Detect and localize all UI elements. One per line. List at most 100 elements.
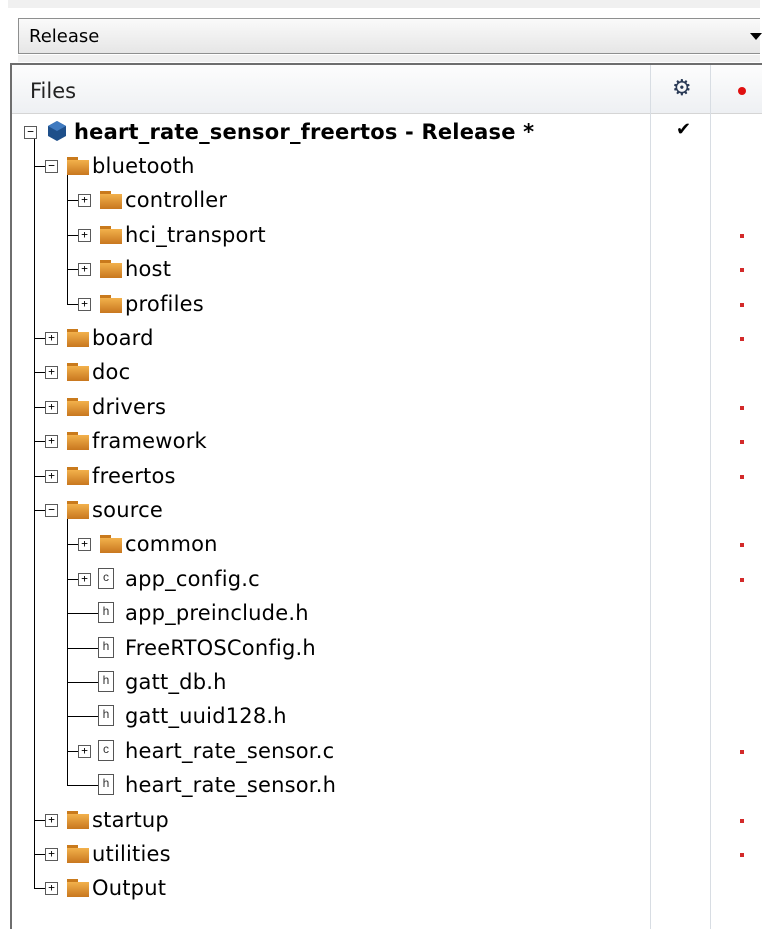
tree-item-label: hci_transport — [125, 222, 266, 247]
expand-toggle[interactable]: + — [45, 848, 58, 861]
tree-row-project[interactable]: − heart_rate_sensor_freertos - Release *… — [12, 115, 762, 149]
tree-item-label: framework — [92, 429, 207, 454]
tree-folder-row[interactable]: + freertos — [12, 459, 762, 493]
tree-item-label: startup — [92, 807, 169, 832]
modified-indicator — [740, 818, 744, 823]
tree-item-label: doc — [92, 360, 131, 385]
tree-item-label: source — [92, 498, 163, 522]
tree-item-label: drivers — [92, 394, 167, 419]
tree-folder-row[interactable]: + profiles — [12, 287, 762, 321]
combo-gap — [18, 55, 760, 62]
tree-file-row[interactable]: h app_preinclude.h — [12, 596, 762, 630]
tree-item-label: app_config.c — [125, 566, 260, 591]
gear-icon[interactable]: ⚙ — [672, 76, 692, 101]
tree-folder-row[interactable]: + common — [12, 527, 762, 561]
chevron-down-icon[interactable] — [750, 33, 762, 40]
tree-folder-row[interactable]: + board — [12, 321, 762, 355]
tree-item-label: utilities — [92, 842, 171, 866]
modified-indicator — [740, 474, 744, 479]
h-file-icon: h — [98, 774, 114, 796]
tree-item-label: freertos — [92, 463, 176, 488]
expand-toggle[interactable]: + — [78, 572, 91, 586]
tree-file-row[interactable]: h gatt_db.h — [12, 665, 762, 699]
folder-icon — [67, 432, 89, 451]
tree-folder-row[interactable]: + Output — [12, 871, 762, 905]
expand-toggle[interactable]: + — [45, 332, 58, 345]
file-tree-panel: Files ⚙ − heart_rate_sensor_freertos - R… — [10, 63, 762, 929]
expand-toggle[interactable]: + — [78, 228, 91, 242]
tree-folder-row[interactable]: + controller — [12, 183, 762, 217]
tree-item-label: controller — [125, 188, 228, 213]
expand-toggle[interactable]: + — [45, 882, 58, 896]
tree-folder-row[interactable]: + framework — [12, 424, 762, 458]
expand-toggle[interactable]: + — [78, 194, 91, 208]
c-file-icon: c — [98, 567, 114, 589]
folder-icon — [100, 294, 122, 313]
modified-indicator — [740, 577, 744, 582]
modified-indicator — [740, 302, 744, 307]
tree-item-label: Output — [92, 876, 167, 901]
folder-icon — [67, 397, 89, 416]
tree-item-label: bluetooth — [92, 154, 195, 178]
expand-toggle[interactable]: + — [45, 435, 58, 449]
tree-folder-row[interactable]: − bluetooth — [12, 149, 762, 183]
expand-toggle[interactable]: + — [78, 538, 91, 552]
folder-icon — [67, 157, 89, 175]
collapse-toggle[interactable]: − — [24, 126, 37, 139]
tree-file-row[interactable]: h heart_rate_sensor.h — [12, 768, 762, 802]
tree-item-label: app_preinclude.h — [125, 601, 309, 626]
top-strip — [8, 0, 760, 8]
tree-item-label: host — [125, 257, 172, 282]
configuration-select-value: Release — [29, 26, 100, 47]
tree-folder-row[interactable]: + startup — [12, 803, 762, 837]
h-file-icon: h — [98, 636, 114, 658]
folder-icon — [67, 845, 89, 863]
modified-indicator — [740, 233, 744, 238]
tree-item-label: gatt_db.h — [125, 670, 227, 694]
tree-item-label: heart_rate_sensor.h — [125, 773, 337, 798]
tree-folder-row[interactable]: + drivers — [12, 390, 762, 424]
tree-file-row[interactable]: + c app_config.c — [12, 562, 762, 596]
collapse-toggle[interactable]: − — [45, 160, 58, 173]
tree-folder-row[interactable]: + hci_transport — [12, 218, 762, 252]
modified-indicator — [740, 337, 744, 341]
tree-item-label: FreeRTOSConfig.h — [125, 635, 316, 660]
tree-item-label: gatt_uuid128.h — [125, 704, 287, 729]
tree-item-label: common — [125, 532, 218, 557]
modified-indicator — [740, 440, 744, 445]
configuration-select[interactable]: Release — [18, 18, 762, 54]
expand-toggle[interactable]: + — [78, 263, 91, 277]
expand-toggle[interactable]: + — [78, 744, 91, 758]
expand-toggle[interactable]: + — [45, 469, 58, 483]
expand-toggle[interactable]: + — [45, 400, 58, 414]
tree-item-label: heart_rate_sensor.c — [125, 738, 335, 763]
project-label: heart_rate_sensor_freertos - Release * — [74, 120, 535, 144]
folder-icon — [67, 879, 89, 898]
folder-icon — [67, 501, 89, 519]
expand-toggle[interactable]: + — [78, 297, 91, 311]
modified-indicator — [740, 853, 744, 857]
folder-icon — [67, 466, 89, 485]
tree-file-row[interactable]: h gatt_uuid128.h — [12, 699, 762, 733]
files-column-header[interactable]: Files — [30, 79, 76, 103]
h-file-icon: h — [98, 705, 114, 727]
tree-folder-row[interactable]: + host — [12, 252, 762, 286]
tree-folder-row[interactable]: − source — [12, 493, 762, 527]
expand-toggle[interactable]: + — [45, 366, 58, 380]
expand-toggle[interactable]: + — [45, 813, 58, 827]
build-check-icon[interactable]: ✔ — [676, 119, 691, 140]
modified-indicator — [740, 749, 744, 754]
collapse-toggle[interactable]: − — [45, 504, 58, 517]
h-file-icon: h — [98, 602, 114, 624]
tree-file-row[interactable]: + c heart_rate_sensor.c — [12, 734, 762, 768]
project-icon — [46, 120, 68, 142]
h-file-icon: h — [98, 671, 114, 692]
folder-icon — [100, 191, 122, 210]
tree-folder-row[interactable]: + utilities — [12, 837, 762, 871]
folder-icon — [67, 329, 89, 347]
tree-item-label: profiles — [125, 291, 204, 316]
red-dot-icon[interactable] — [738, 87, 746, 95]
modified-indicator — [740, 543, 744, 548]
tree-file-row[interactable]: h FreeRTOSConfig.h — [12, 631, 762, 665]
tree-folder-row[interactable]: + doc — [12, 355, 762, 389]
